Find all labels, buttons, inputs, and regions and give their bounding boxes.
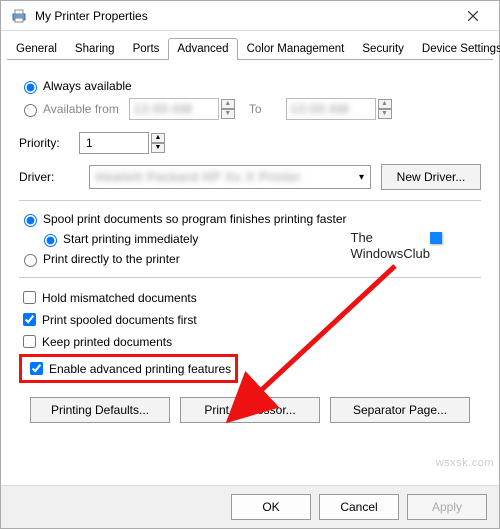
radio-spool[interactable]	[24, 214, 37, 227]
label-always-available: Always available	[43, 79, 132, 93]
check-hold-mismatched[interactable]	[23, 291, 36, 304]
tab-strip: General Sharing Ports Advanced Color Man…	[1, 31, 499, 59]
label-print-directly: Print directly to the printer	[43, 252, 180, 266]
label-hold-mismatched: Hold mismatched documents	[42, 291, 197, 305]
availability-always-row: Always available	[19, 78, 481, 94]
window-title: My Printer Properties	[35, 9, 453, 23]
label-driver: Driver:	[19, 170, 79, 184]
priority-spin[interactable]: ▲▼	[151, 133, 165, 153]
radio-print-directly[interactable]	[24, 254, 37, 267]
driver-combo[interactable]: Hewlett Packard HP Xx X Printer ▾	[89, 165, 371, 189]
available-to-time[interactable]: 12:00 AM	[286, 98, 376, 120]
check-print-spooled-first[interactable]	[23, 313, 36, 326]
watermark: wsxsk.com	[436, 457, 494, 469]
chevron-down-icon: ▼	[221, 109, 235, 119]
label-available-from: Available from	[43, 102, 119, 116]
close-icon	[468, 11, 478, 21]
driver-value: Hewlett Packard HP Xx X Printer	[96, 170, 302, 184]
annotation-square-icon	[430, 232, 442, 244]
tab-color-management[interactable]: Color Management	[238, 38, 354, 60]
spool-row: Spool print documents so program finishe…	[19, 211, 481, 227]
label-enable-advanced: Enable advanced printing features	[49, 362, 231, 376]
driver-row: Driver: Hewlett Packard HP Xx X Printer …	[19, 164, 481, 190]
label-spool: Spool print documents so program finishe…	[43, 212, 347, 226]
to-time-spin[interactable]: ▲▼	[378, 99, 392, 119]
chevron-up-icon: ▲	[221, 99, 235, 109]
label-to: To	[249, 102, 262, 116]
tab-security[interactable]: Security	[353, 38, 413, 60]
chevron-down-icon: ▾	[359, 172, 364, 183]
priority-row: Priority: 1 ▲▼	[19, 132, 481, 154]
chevron-down-icon: ▼	[151, 143, 165, 153]
from-time-spin[interactable]: ▲▼	[221, 99, 235, 119]
apply-button[interactable]: Apply	[407, 494, 487, 520]
label-start-immediately: Start printing immediately	[63, 232, 198, 246]
available-from-time[interactable]: 12:00 AM	[129, 98, 219, 120]
highlight-box: Enable advanced printing features	[19, 354, 238, 383]
chevron-up-icon: ▲	[151, 133, 165, 143]
printer-icon	[11, 8, 27, 24]
chevron-down-icon: ▼	[378, 109, 392, 119]
label-keep-printed: Keep printed documents	[42, 335, 172, 349]
radio-always-available[interactable]	[24, 81, 37, 94]
availability-from-row: Available from 12:00 AM ▲▼ To 12:00 AM ▲…	[19, 98, 481, 120]
cancel-button[interactable]: Cancel	[319, 494, 399, 520]
priority-input[interactable]: 1	[79, 132, 149, 154]
annotation-arrow-icon	[245, 256, 405, 416]
new-driver-button[interactable]: New Driver...	[381, 164, 481, 190]
close-button[interactable]	[453, 2, 493, 30]
radio-available-from[interactable]	[24, 104, 37, 117]
tab-device-settings[interactable]: Device Settings	[413, 38, 500, 60]
label-print-spooled-first: Print spooled documents first	[42, 313, 197, 327]
check-keep-printed[interactable]	[23, 335, 36, 348]
tab-advanced[interactable]: Advanced	[168, 38, 237, 60]
radio-start-immediately[interactable]	[44, 234, 57, 247]
tab-sharing[interactable]: Sharing	[66, 38, 124, 60]
chevron-up-icon: ▲	[378, 99, 392, 109]
tab-general[interactable]: General	[7, 38, 66, 60]
check-enable-advanced[interactable]	[30, 362, 43, 375]
label-priority: Priority:	[19, 136, 79, 150]
titlebar: My Printer Properties	[1, 1, 499, 31]
ok-button[interactable]: OK	[231, 494, 311, 520]
dialog-button-bar: OK Cancel Apply	[1, 485, 499, 528]
tab-ports[interactable]: Ports	[124, 38, 169, 60]
printing-defaults-button[interactable]: Printing Defaults...	[30, 397, 170, 423]
